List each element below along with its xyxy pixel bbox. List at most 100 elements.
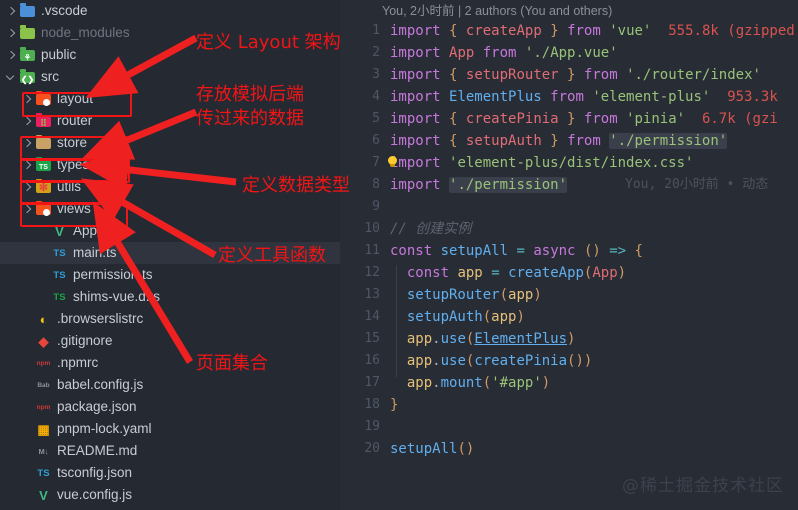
code-line[interactable]: 6 import { setupAuth } from './permission… [340,130,798,152]
no-chevron-icon[interactable] [38,226,49,237]
tree-item-gitignore[interactable]: ◆ .gitignore [0,330,340,352]
tree-item-label: public [41,47,77,62]
folder-types-icon: TS [35,157,52,173]
note-store-2: 传过来的数据 [196,108,304,129]
tree-item-permission-ts[interactable]: TS permission.ts [0,264,340,286]
tree-item-label: router [57,113,93,128]
code-line-text: import { createApp } from 'vue' 555.8k (… [390,23,798,39]
code-line[interactable]: 13 setupRouter(app) [340,284,798,306]
line-number: 13 [364,287,380,302]
no-chevron-icon[interactable] [22,446,33,457]
code-line[interactable]: 5 import { createPinia } from 'pinia' 6.7… [340,108,798,130]
chevron-right-icon[interactable] [22,138,33,149]
line-number: 17 [364,375,380,390]
no-chevron-icon[interactable] [22,490,33,501]
tree-item-tsconfig-json[interactable]: TS tsconfig.json [0,462,340,484]
tree-item-label: babel.config.js [57,377,144,392]
lightbulb-quickfix-icon[interactable] [386,156,399,169]
folder-vscode-icon [19,3,36,19]
tree-item-pnpm-lock-yaml[interactable]: ▦ pnpm-lock.yaml [0,418,340,440]
tree-item-views[interactable]: views [0,198,340,220]
line-number: 3 [372,67,380,82]
tree-item-readme-md[interactable]: M↓ README.md [0,440,340,462]
code-line-text: app.use(createPinia()) [406,353,593,369]
tree-item-label: .vscode [41,3,88,18]
no-chevron-icon[interactable] [22,358,33,369]
code-line[interactable]: 20 setupAll() [340,438,798,460]
no-chevron-icon[interactable] [38,248,49,259]
tree-item-shims-vue-d-ts[interactable]: TS shims-vue.d.ts [0,286,340,308]
code-line[interactable]: 9 [340,196,798,218]
typescript-def-file-icon: TS [53,291,66,303]
chevron-right-icon[interactable] [22,94,33,105]
tree-item-babel-config-js[interactable]: Bab babel.config.js [0,374,340,396]
line-number: 16 [364,353,380,368]
chevron-right-icon[interactable] [22,116,33,127]
folder-node-icon [19,25,36,41]
npm-file-icon: npm [36,359,51,367]
chevron-right-icon[interactable] [22,204,33,215]
no-chevron-icon[interactable] [22,468,33,479]
folder-src-icon: ❮❯ [19,69,36,85]
code-line[interactable]: 18} [340,394,798,416]
tree-item-npmrc[interactable]: npm .npmrc [0,352,340,374]
vue-config-file-icon: V [39,487,48,503]
code-line[interactable]: 12 const app = createApp(App) [340,262,798,284]
no-chevron-icon[interactable] [22,402,33,413]
code-line-text: } [390,397,399,413]
line-number: 20 [364,441,380,456]
vue-file-icon: V [55,223,64,239]
vscode-window: .vscode node_modules ⚘ public ❮❯ src layout ⠿ ro… [0,0,798,510]
tree-item-store[interactable]: store [0,132,340,154]
no-chevron-icon[interactable] [38,292,49,303]
code-line-text: import { setupRouter } from './router/in… [390,67,761,83]
no-chevron-icon[interactable] [22,336,33,347]
code-line[interactable]: 4 import ElementPlus from 'element-plus' … [340,86,798,108]
code-line[interactable]: 15 app.use(ElementPlus) [340,328,798,350]
chevron-right-icon[interactable] [6,6,17,17]
git-blame-header: You, 2小时前 | 2 authors (You and others) [382,4,613,18]
tree-item-types[interactable]: TS types [0,154,340,176]
code-line-text: const setupAll = async () => { [390,243,643,259]
tree-item-vue-config-js[interactable]: Vvue.config.js [0,484,340,506]
tree-item-label: .npmrc [57,355,99,370]
code-line[interactable]: 16 app.use(createPinia()) [340,350,798,372]
note-views: 页面集合 [196,353,268,374]
tree-item-app-vue[interactable]: V App.vue [0,220,340,242]
line-number: 14 [364,309,380,324]
code-line-text: import { setupAuth } from './permission' [390,133,728,149]
chevron-right-icon[interactable] [22,160,33,171]
no-chevron-icon[interactable] [22,424,33,435]
code-editor[interactable]: You, 2小时前 | 2 authors (You and others) 1… [340,0,798,510]
code-line[interactable]: 17 app.mount('#app') [340,372,798,394]
markdown-file-icon: M↓ [38,446,49,456]
browserslist-file-icon: ◐ [39,311,48,327]
indent-guide [396,265,397,377]
tree-item-browserslistrc[interactable]: ◐ .browserslistrc [0,308,340,330]
chevron-down-icon[interactable] [5,71,17,83]
watermark: @稀土掘金技术社区 [622,476,784,496]
code-line[interactable]: 2 import App from './App.vue' [340,42,798,64]
code-line[interactable]: 14 setupAuth(app) [340,306,798,328]
code-line[interactable]: 3 import { setupRouter } from './router/i… [340,64,798,86]
code-line[interactable]: 7 import 'element-plus/dist/index.css' [340,152,798,174]
code-line[interactable]: 10 // 创建实例 [340,218,798,240]
code-line[interactable]: 1 import { createApp } from 'vue' 555.8k … [340,20,798,42]
code-line-text: setupRouter(app) [406,287,542,303]
line-number: 7 [372,155,380,170]
code-line-text: setupAll() [390,441,475,457]
code-line[interactable]: 11 const setupAll = async () => { [340,240,798,262]
no-chevron-icon[interactable] [22,380,33,391]
no-chevron-icon[interactable] [22,314,33,325]
code-line-text: app.mount('#app') [406,375,551,391]
no-chevron-icon[interactable] [38,270,49,281]
npm-file-icon: npm [36,403,51,411]
tree-item-label: views [57,201,91,216]
code-line[interactable]: 19 [340,416,798,438]
tree-item-package-json[interactable]: npm package.json [0,396,340,418]
tree-item-label: src [41,69,59,84]
chevron-right-icon[interactable] [6,28,17,39]
chevron-right-icon[interactable] [22,182,33,193]
chevron-right-icon[interactable] [6,50,17,61]
tree-item-vscode[interactable]: .vscode [0,0,340,22]
